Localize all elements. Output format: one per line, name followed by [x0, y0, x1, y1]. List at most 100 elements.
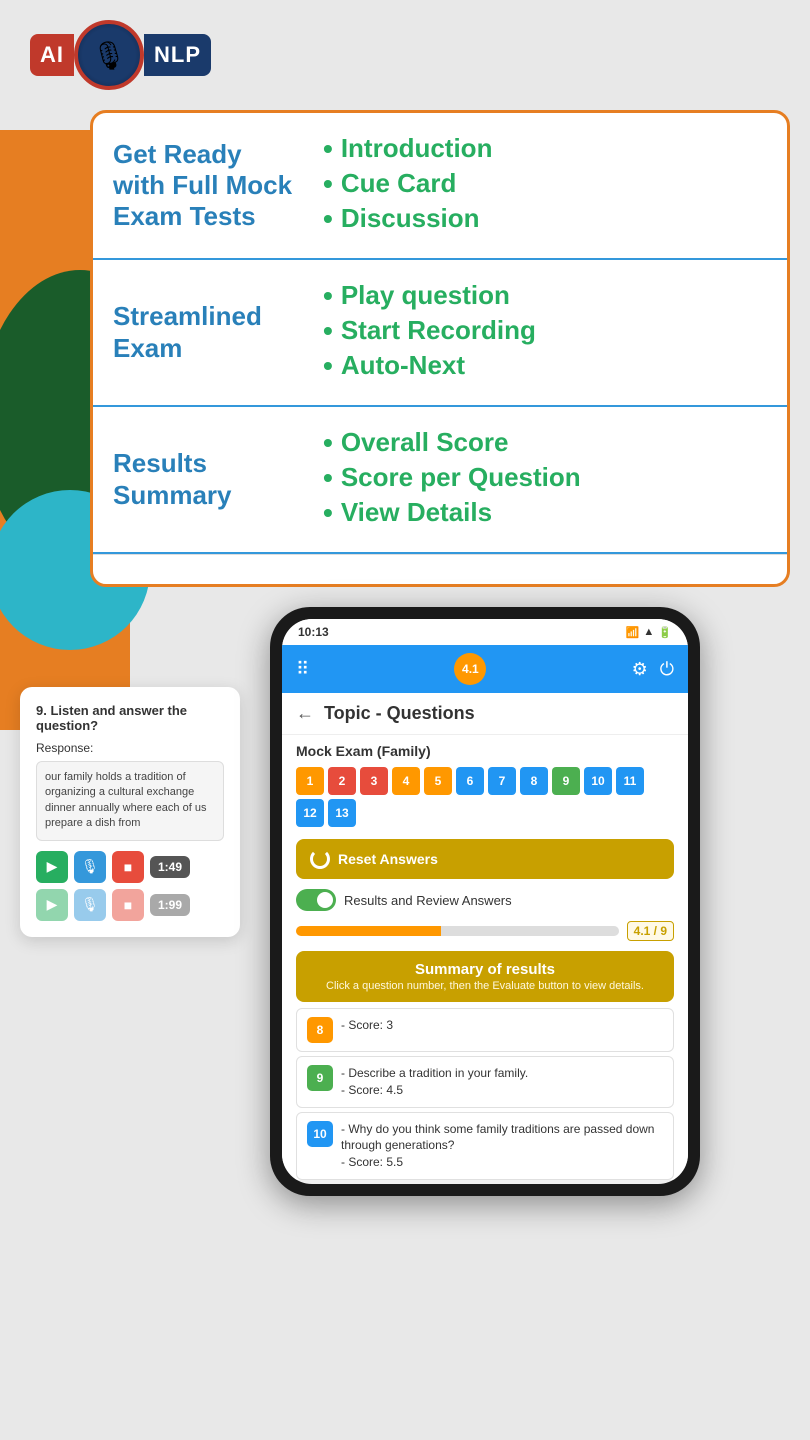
- q-num-6[interactable]: 6: [456, 767, 484, 795]
- feature-left-1: Get Ready with Full Mock Exam Tests: [113, 139, 313, 233]
- timer-display-2: 1:99: [150, 894, 190, 916]
- logo-nlp-text: NLP: [144, 34, 211, 76]
- result-item-10[interactable]: 10 - Why do you think some family tradit…: [296, 1112, 674, 1180]
- feature-item-2-1: • Play question: [323, 280, 767, 311]
- mic-button-2[interactable]: 🎙: [74, 889, 106, 921]
- paper-controls: ▶ 🎙 ■ 1:49: [36, 851, 224, 883]
- q-num-7[interactable]: 7: [488, 767, 516, 795]
- feature-left-3: Results Summary: [113, 448, 313, 510]
- feature-item-3-2: • Score per Question: [323, 462, 767, 493]
- play-button[interactable]: ▶: [36, 851, 68, 883]
- logout-icon[interactable]: ⏻: [660, 659, 674, 680]
- phone-content: ← Topic - Questions Mock Exam (Family) 1…: [282, 693, 688, 1180]
- phone-mockup: 10:13 📶 ▲ 🔋 ⠿ 4.1 ⚙ ⏻: [270, 607, 700, 1196]
- feature-item-3-1: • Overall Score: [323, 427, 767, 458]
- q-num-10[interactable]: 10: [584, 767, 612, 795]
- feature-item-label: Play question: [341, 280, 510, 311]
- results-label: Results and Review Answers: [344, 893, 512, 908]
- phone-section: 9. Listen and answer the question? Respo…: [0, 607, 810, 1226]
- feature-item-1-3: • Discussion: [323, 203, 767, 234]
- bullet-icon: •: [323, 464, 333, 492]
- progress-bg: [441, 926, 618, 936]
- settings-icon[interactable]: ⚙: [632, 659, 648, 680]
- bullet-icon: •: [323, 499, 333, 527]
- q-num-8[interactable]: 8: [520, 767, 548, 795]
- stop-button-2[interactable]: ■: [112, 889, 144, 921]
- features-card: Get Ready with Full Mock Exam Tests • In…: [90, 110, 790, 587]
- bullet-icon: •: [323, 317, 333, 345]
- question-numbers: 1 2 3 4 5 6 7 8 9 10 11 12 13: [282, 763, 688, 835]
- result-text-8: - Score: 3: [341, 1017, 393, 1034]
- wifi-icon: ▲: [643, 626, 654, 638]
- paper-response-label: Response:: [36, 741, 224, 755]
- features-section: Get Ready with Full Mock Exam Tests • In…: [0, 110, 810, 587]
- result-num-10: 10: [307, 1121, 333, 1147]
- q-num-4[interactable]: 4: [392, 767, 420, 795]
- feature-row-2: Streamlined Exam • Play question • Start…: [93, 260, 787, 407]
- feature-item-1-1: • Introduction: [323, 133, 767, 164]
- stop-button[interactable]: ■: [112, 851, 144, 883]
- logo-badge: AI NLP: [30, 20, 211, 90]
- signal-icon: 🔋: [658, 626, 672, 639]
- feature-left-2: Streamlined Exam: [113, 301, 313, 363]
- feature-item-label: View Details: [341, 497, 492, 528]
- result-text-9: - Describe a tradition in your family.- …: [341, 1065, 528, 1099]
- header: AI NLP: [0, 0, 810, 100]
- q-num-13[interactable]: 13: [328, 799, 356, 827]
- q-num-1[interactable]: 1: [296, 767, 324, 795]
- mock-exam-label: Mock Exam (Family): [282, 735, 688, 763]
- feature-item-label: Discussion: [341, 203, 480, 234]
- feature-row-3: Results Summary • Overall Score • Score …: [93, 407, 787, 554]
- feature-item-1-2: • Cue Card: [323, 168, 767, 199]
- feature-item-label: Overall Score: [341, 427, 509, 458]
- paper-card: 9. Listen and answer the question? Respo…: [20, 687, 240, 937]
- summary-title: Summary of results: [308, 961, 662, 978]
- score-progress-row: 4.1 / 9: [282, 917, 688, 945]
- feature-right-3: • Overall Score • Score per Question • V…: [313, 427, 767, 532]
- feature-title-3: Results Summary: [113, 448, 293, 510]
- feature-item-label: Score per Question: [341, 462, 581, 493]
- progress-bar: [296, 926, 619, 936]
- bullet-icon: •: [323, 429, 333, 457]
- reset-btn-label: Reset Answers: [338, 851, 438, 867]
- feature-title-1: Get Ready with Full Mock Exam Tests: [113, 139, 293, 233]
- play-button-2[interactable]: ▶: [36, 889, 68, 921]
- q-num-9[interactable]: 9: [552, 767, 580, 795]
- q-num-12[interactable]: 12: [296, 799, 324, 827]
- feature-title-2: Streamlined Exam: [113, 301, 293, 363]
- timer-display: 1:49: [150, 856, 190, 878]
- topic-header: ← Topic - Questions: [282, 693, 688, 735]
- logo-mic-icon: [74, 20, 144, 90]
- q-num-11[interactable]: 11: [616, 767, 644, 795]
- mic-button[interactable]: 🎙: [74, 851, 106, 883]
- result-num-8: 8: [307, 1017, 333, 1043]
- status-icons: 📶 ▲ 🔋: [626, 626, 672, 639]
- paper-question: 9. Listen and answer the question?: [36, 703, 224, 733]
- reset-answers-button[interactable]: Reset Answers: [296, 839, 674, 879]
- result-num-9: 9: [307, 1065, 333, 1091]
- result-item-9[interactable]: 9 - Describe a tradition in your family.…: [296, 1056, 674, 1108]
- phone-outer: 10:13 📶 ▲ 🔋 ⠿ 4.1 ⚙ ⏻: [270, 607, 700, 1196]
- bullet-icon: •: [323, 205, 333, 233]
- bullet-icon: •: [323, 282, 333, 310]
- results-toggle-row: Results and Review Answers: [282, 883, 688, 917]
- results-toggle[interactable]: [296, 889, 336, 911]
- feature-item-label: Start Recording: [341, 315, 536, 346]
- summary-subtitle: Click a question number, then the Evalua…: [308, 980, 662, 992]
- feature-right-1: • Introduction • Cue Card • Discussion: [313, 133, 767, 238]
- bullet-icon: •: [323, 135, 333, 163]
- nav-right-icons: ⚙ ⏻: [632, 659, 674, 680]
- grid-icon[interactable]: ⠿: [296, 659, 309, 680]
- feature-row-1: Get Ready with Full Mock Exam Tests • In…: [93, 113, 787, 260]
- feature-item-label: Auto-Next: [341, 350, 465, 381]
- q-num-2[interactable]: 2: [328, 767, 356, 795]
- result-item-8[interactable]: 8 - Score: 3: [296, 1008, 674, 1052]
- feature-row-empty: [93, 554, 787, 584]
- q-num-5[interactable]: 5: [424, 767, 452, 795]
- result-text-10: - Why do you think some family tradition…: [341, 1121, 663, 1171]
- back-arrow-icon[interactable]: ←: [296, 703, 314, 724]
- feature-item-3-3: • View Details: [323, 497, 767, 528]
- logo-ai-text: AI: [30, 34, 74, 76]
- paper-controls-2: ▶ 🎙 ■ 1:99: [36, 889, 224, 921]
- q-num-3[interactable]: 3: [360, 767, 388, 795]
